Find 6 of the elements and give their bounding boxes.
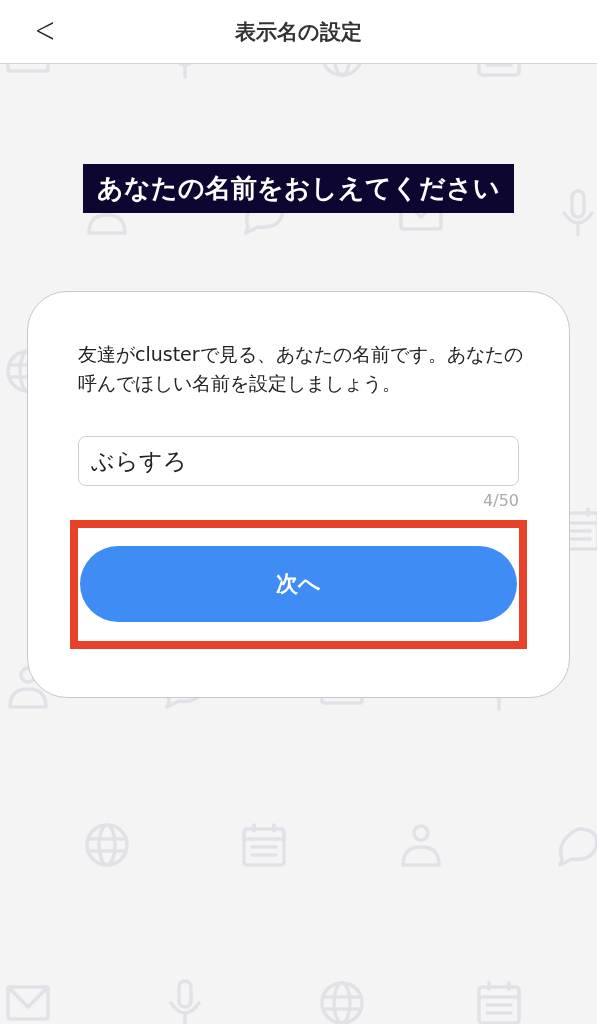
screen-title: 表示名の設定 [235, 18, 362, 46]
name-input-field[interactable]: ぶらすろ [78, 436, 519, 486]
character-counter: 4/50 [483, 491, 519, 510]
back-button[interactable]: < [28, 10, 62, 50]
name-prompt-heading: あなたの名前をおしえてください [83, 164, 514, 213]
description-text: 友達がclusterで見る、あなたの名前です。あなたの呼んでほしい名前を設定しましょう。 [78, 342, 523, 396]
